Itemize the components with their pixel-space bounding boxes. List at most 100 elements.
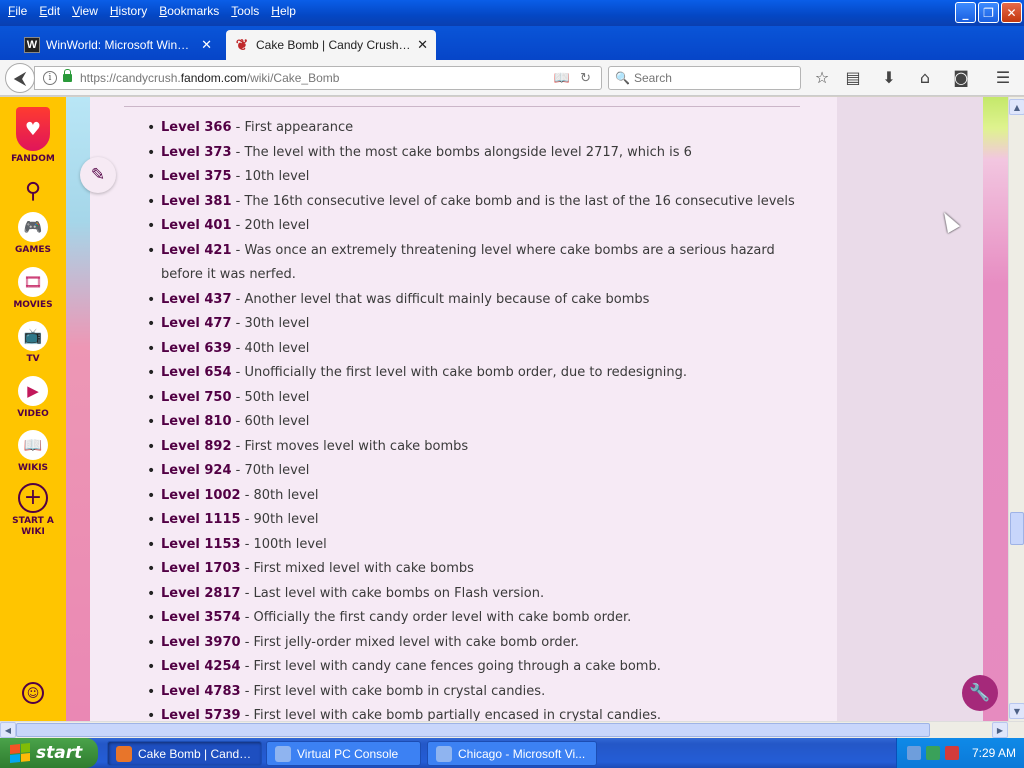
edit-button[interactable]: ✎ — [80, 157, 116, 193]
level-link[interactable]: Level 373 — [161, 145, 232, 160]
level-link[interactable]: Level 3574 — [161, 610, 241, 625]
tab-close-icon[interactable]: ✕ — [201, 37, 212, 53]
tab-close-icon[interactable]: ✕ — [417, 37, 428, 53]
menu-accelerator: V — [72, 4, 80, 18]
level-description: - 20th level — [231, 218, 310, 233]
tab-cake-bomb[interactable]: ❦ Cake Bomb | Candy Crush Sa... ✕ — [226, 30, 436, 60]
horizontal-scroll-thumb[interactable] — [16, 723, 930, 737]
level-link[interactable]: Level 401 — [161, 218, 232, 233]
taskbar-task[interactable]: Chicago - Microsoft Vi... — [427, 741, 597, 766]
menu-history[interactable]: History — [106, 2, 155, 20]
level-description: - Unofficially the first level with cake… — [231, 365, 687, 380]
level-description: - First level with candy cane fences goi… — [240, 659, 661, 674]
user-account[interactable]: ☺ — [0, 682, 66, 704]
nav-item-movies[interactable]: 🎞 MOVIES — [0, 267, 66, 311]
level-link[interactable]: Level 437 — [161, 292, 232, 307]
info-icon[interactable]: i — [43, 71, 57, 85]
level-link[interactable]: Level 477 — [161, 316, 232, 331]
start-a-wiki[interactable]: + START A WIKI — [0, 483, 66, 538]
level-link[interactable]: Level 750 — [161, 390, 232, 405]
scroll-down-button[interactable]: ▼ — [1009, 703, 1024, 719]
fandom-search[interactable]: ⚲ — [0, 177, 66, 207]
download-icon[interactable]: ⬇ — [879, 68, 899, 88]
search-bar[interactable]: 🔍 — [608, 66, 801, 90]
scroll-right-button[interactable]: ▶ — [992, 722, 1008, 738]
level-link[interactable]: Level 810 — [161, 414, 232, 429]
wrench-icon: 🔧 — [969, 683, 991, 703]
fandom-logo[interactable]: ♥ FANDOM — [0, 107, 66, 165]
level-link[interactable]: Level 924 — [161, 463, 232, 478]
back-button[interactable]: ⮜ — [5, 63, 35, 93]
notable-levels-list: Level 366 - First appearanceLevel 373 - … — [147, 116, 806, 721]
level-link[interactable]: Level 892 — [161, 439, 232, 454]
url-text[interactable]: https://candycrush.fandom.com/wiki/Cake_… — [80, 71, 554, 85]
antivirus-icon[interactable] — [945, 746, 959, 760]
nav-item-label: WIKIS — [17, 463, 49, 473]
menu-edit[interactable]: Edit — [35, 2, 68, 20]
level-link[interactable]: Level 3970 — [161, 635, 241, 650]
task-title: Virtual PC Console — [297, 746, 399, 761]
tab-winworld[interactable]: W WinWorld: Microsoft Windows... ✕ — [16, 30, 220, 60]
level-link[interactable]: Level 654 — [161, 365, 232, 380]
nav-item-video[interactable]: ▶ VIDEO — [0, 376, 66, 420]
start-button[interactable]: start — [0, 738, 98, 768]
menu-view[interactable]: View — [68, 2, 106, 20]
level-link[interactable]: Level 4783 — [161, 684, 241, 699]
menu-bookmarks[interactable]: Bookmarks — [155, 2, 227, 20]
menu-accelerator: H — [109, 4, 119, 18]
page-background-right — [983, 97, 1008, 721]
nav-item-tv[interactable]: 📺 TV — [0, 321, 66, 365]
nav-item-games[interactable]: 🎮 GAMES — [0, 212, 66, 256]
maximize-button[interactable]: ❐ — [978, 2, 999, 23]
menu-bar: File Edit View History Bookmarks Tools Help — [0, 0, 304, 22]
right-rail — [837, 97, 983, 721]
level-link[interactable]: Level 366 — [161, 120, 232, 135]
clock[interactable]: 7:29 AM — [972, 746, 1016, 760]
level-link[interactable]: Level 1002 — [161, 488, 241, 503]
level-link[interactable]: Level 421 — [161, 243, 232, 258]
level-link[interactable]: Level 2817 — [161, 586, 241, 601]
vertical-scrollbar[interactable]: ▲ ▼ — [1008, 97, 1024, 721]
network-icon[interactable] — [907, 746, 921, 760]
search-input[interactable] — [633, 71, 794, 85]
fandom-heart-icon: ♥ — [16, 107, 50, 151]
lock-icon[interactable] — [63, 69, 72, 82]
reader-view-icon[interactable]: 📖 — [554, 71, 570, 86]
list-item: Level 2817 - Last level with cake bombs … — [147, 582, 806, 607]
level-description: - Another level that was difficult mainl… — [231, 291, 650, 307]
tab-title: WinWorld: Microsoft Windows... — [46, 38, 195, 52]
level-link[interactable]: Level 381 — [161, 194, 232, 209]
vertical-scroll-thumb[interactable] — [1010, 512, 1024, 545]
level-link[interactable]: Level 375 — [161, 169, 232, 184]
level-link[interactable]: Level 4254 — [161, 659, 241, 674]
film-icon: 🎞 — [18, 267, 48, 297]
reload-icon[interactable]: ↻ — [580, 71, 591, 86]
home-icon[interactable]: ⌂ — [915, 68, 935, 88]
menu-tools[interactable]: Tools — [227, 2, 267, 20]
nav-item-wikis[interactable]: 📖 WIKIS — [0, 430, 66, 474]
list-item: Level 421 - Was once an extremely threat… — [147, 239, 806, 288]
level-link[interactable]: Level 1153 — [161, 537, 241, 552]
level-link[interactable]: Level 1115 — [161, 512, 241, 527]
level-link[interactable]: Level 1703 — [161, 561, 241, 576]
level-link[interactable]: Level 5739 — [161, 708, 241, 721]
taskbar-task[interactable]: Virtual PC Console — [266, 741, 421, 766]
menu-label-rest: ookmarks — [167, 4, 220, 18]
bookmark-star-icon[interactable]: ☆ — [812, 68, 832, 88]
menu-help[interactable]: Help — [267, 2, 304, 20]
menu-file[interactable]: File — [4, 2, 35, 20]
security-shield-icon[interactable] — [926, 746, 940, 760]
tools-button[interactable]: 🔧 — [962, 675, 998, 711]
level-link[interactable]: Level 639 — [161, 341, 232, 356]
bookmarks-list-icon[interactable]: ▤ — [843, 68, 863, 88]
minimize-button[interactable]: _ — [955, 2, 976, 23]
hamburger-menu-icon[interactable]: ☰ — [993, 68, 1013, 88]
close-button[interactable]: ✕ — [1001, 2, 1022, 23]
scroll-left-button[interactable]: ◀ — [0, 722, 16, 738]
pocket-icon[interactable]: ◙ — [951, 68, 971, 88]
taskbar-task[interactable]: Cake Bomb | Candy C... — [107, 741, 262, 766]
level-description: - First moves level with cake bombs — [231, 438, 469, 454]
scroll-up-button[interactable]: ▲ — [1009, 99, 1024, 115]
url-bar[interactable]: i https://candycrush.fandom.com/wiki/Cak… — [34, 66, 602, 90]
horizontal-scrollbar[interactable]: ◀ ▶ — [0, 721, 1024, 738]
